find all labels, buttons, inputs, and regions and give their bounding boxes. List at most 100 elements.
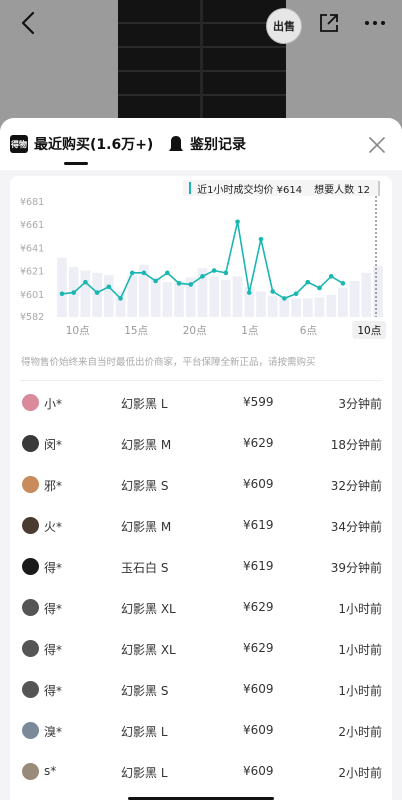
record-row: 邪* 幻影黑 S ¥609 32分钟前 bbox=[10, 464, 392, 505]
tab-auth-label: 鉴别记录 bbox=[190, 137, 246, 153]
active-tab-indicator bbox=[64, 162, 88, 165]
price-point bbox=[305, 279, 311, 285]
price-point bbox=[293, 291, 299, 297]
avg-price-label: 近1小时成交均价 ¥614 bbox=[197, 184, 303, 196]
record-row: 闵* 幻影黑 M ¥629 18分钟前 bbox=[10, 423, 392, 464]
record-price: ¥609 bbox=[243, 477, 274, 491]
user-avatar bbox=[22, 517, 39, 534]
volume-bar bbox=[150, 277, 161, 317]
price-point bbox=[59, 291, 65, 297]
record-username: 溴* bbox=[44, 725, 63, 739]
user-avatar bbox=[22, 599, 39, 616]
record-row: 得* 幻影黑 S ¥609 1小时前 bbox=[10, 669, 392, 710]
price-point bbox=[258, 236, 264, 242]
sell-label: 出售 bbox=[273, 20, 295, 33]
record-variant: 幻影黑 XL bbox=[121, 602, 176, 616]
record-variant: 幻影黑 XL bbox=[121, 643, 176, 657]
record-row: 得* 玉石白 S ¥619 39分钟前 bbox=[10, 546, 392, 587]
record-price: ¥609 bbox=[243, 723, 274, 737]
price-point bbox=[188, 282, 194, 287]
price-point bbox=[211, 268, 217, 273]
shield-icon bbox=[169, 136, 183, 151]
record-username: 闵* bbox=[44, 438, 63, 452]
chart-legend: 近1小时成交均价 ¥614 想要人数 12 bbox=[183, 180, 380, 196]
volume-bar bbox=[103, 275, 114, 317]
product-image bbox=[118, 0, 286, 130]
price-point bbox=[317, 285, 322, 291]
price-trend-chart: ¥681 ¥661 ¥641 ¥621 ¥601 ¥582 10点 15点 20点 1点 6点 10点 bbox=[20, 192, 387, 339]
sell-button[interactable]: 出售 bbox=[266, 8, 302, 44]
record-variant: 幻影黑 S bbox=[121, 479, 169, 493]
x-tick-label: 6点 bbox=[300, 325, 317, 337]
record-price: ¥609 bbox=[243, 682, 274, 696]
user-avatar bbox=[22, 435, 39, 452]
divider bbox=[20, 380, 382, 381]
volume-bar bbox=[314, 297, 325, 317]
record-time: 2小时前 bbox=[338, 766, 382, 780]
volume-bar bbox=[57, 257, 67, 317]
price-point bbox=[83, 279, 88, 285]
price-point bbox=[176, 281, 182, 286]
record-time: 1小时前 bbox=[338, 602, 382, 616]
price-point bbox=[94, 290, 100, 295]
price-point bbox=[200, 274, 205, 279]
record-time: 18分钟前 bbox=[330, 438, 382, 452]
volume-bar bbox=[267, 296, 278, 317]
price-point bbox=[340, 281, 346, 286]
volume-bar bbox=[302, 298, 313, 317]
record-time: 1小时前 bbox=[338, 643, 382, 657]
volume-bar bbox=[221, 279, 231, 317]
volume-bar bbox=[232, 276, 243, 317]
user-avatar bbox=[22, 394, 39, 411]
record-variant: 幻影黑 M bbox=[121, 520, 172, 534]
dewu-logo-icon: 得物 bbox=[10, 135, 28, 153]
y-tick-label: ¥582 bbox=[20, 312, 44, 323]
records-card: ¥681 ¥661 ¥641 ¥621 ¥601 ¥582 10点 15点 20点 1点 6点 10点… bbox=[10, 176, 392, 800]
price-notice: 得物售价始终来自当时最低出价商家，平台保障全新正品，请按需购买 bbox=[21, 357, 316, 368]
price-point bbox=[106, 284, 112, 290]
record-username: 得* bbox=[44, 561, 63, 575]
record-row: 火* 幻影黑 M ¥619 34分钟前 bbox=[10, 505, 392, 546]
user-avatar bbox=[22, 722, 39, 739]
x-tick-label: 10点 bbox=[357, 325, 381, 337]
share-icon[interactable] bbox=[318, 12, 340, 34]
more-icon[interactable] bbox=[362, 12, 388, 34]
y-tick-label: ¥641 bbox=[20, 243, 44, 254]
close-icon[interactable] bbox=[368, 136, 386, 154]
record-username: 得* bbox=[44, 602, 63, 616]
purchase-records-sheet: 得物 最近购买(1.6万+) 鉴别记录 ¥681 ¥661 ¥641 ¥621 ¥601… bbox=[0, 118, 402, 800]
user-avatar bbox=[22, 763, 39, 780]
record-price: ¥619 bbox=[243, 518, 274, 532]
record-row: 小* 幻影黑 L ¥599 3分钟前 bbox=[10, 382, 392, 423]
legend-marker bbox=[189, 182, 192, 194]
tab-authentication-records[interactable]: 鉴别记录 bbox=[168, 134, 246, 154]
volume-bar bbox=[209, 276, 219, 317]
y-tick-label: ¥661 bbox=[20, 220, 44, 231]
record-username: s* bbox=[44, 764, 57, 778]
price-point bbox=[71, 290, 77, 295]
record-variant: 幻影黑 S bbox=[121, 684, 169, 698]
y-tick-label: ¥621 bbox=[20, 267, 44, 278]
volume-bar bbox=[373, 265, 383, 317]
x-tick-label: 15点 bbox=[124, 325, 148, 337]
tab-recent-purchases[interactable]: 得物 最近购买(1.6万+) bbox=[10, 134, 153, 154]
record-row: 溴* 幻影黑 L ¥609 2小时前 bbox=[10, 710, 392, 751]
record-price: ¥609 bbox=[243, 764, 274, 778]
record-variant: 幻影黑 L bbox=[121, 397, 168, 411]
user-avatar bbox=[22, 558, 39, 575]
record-username: 火* bbox=[44, 520, 63, 534]
sheet-tabbar: 得物 最近购买(1.6万+) 鉴别记录 bbox=[0, 118, 402, 170]
volume-bar bbox=[162, 282, 173, 317]
y-tick-label: ¥601 bbox=[20, 290, 44, 301]
record-username: 小* bbox=[44, 397, 63, 411]
record-time: 39分钟前 bbox=[330, 561, 382, 575]
user-avatar bbox=[22, 476, 39, 493]
back-arrow-icon[interactable] bbox=[16, 10, 42, 36]
user-avatar bbox=[22, 681, 39, 698]
price-point bbox=[129, 270, 135, 276]
record-row: 得* 幻影黑 XL ¥629 1小时前 bbox=[10, 628, 392, 669]
volume-bar bbox=[92, 272, 102, 317]
records-list: 小* 幻影黑 L ¥599 3分钟前 闵* 幻影黑 M ¥629 18分钟前 邪* 幻影黑 S ¥6… bbox=[10, 382, 392, 792]
record-row: 得* 幻影黑 XL ¥629 1小时前 bbox=[10, 587, 392, 628]
record-variant: 幻影黑 M bbox=[121, 438, 172, 452]
